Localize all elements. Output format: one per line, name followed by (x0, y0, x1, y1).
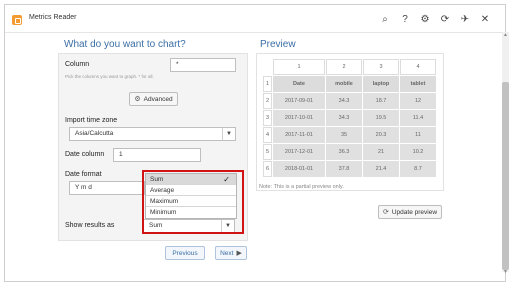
table-cell: 18.7 (363, 93, 399, 109)
table-row: 4 2017-11-01 35 20.3 11 (263, 127, 436, 143)
header-cell: mobile (326, 76, 362, 92)
table-cell: 2017-11-01 (273, 127, 325, 143)
table-cell: 2017-10-01 (273, 110, 325, 126)
column-number: 3 (363, 59, 399, 75)
date-column-input[interactable]: 1 (113, 148, 201, 162)
table-cell: 8.7 (400, 161, 436, 177)
timezone-select[interactable]: Asia/Calcutta ▼ (69, 127, 236, 141)
table-cell: 11 (400, 127, 436, 143)
table-cell: 21.4 (363, 161, 399, 177)
table-cell: 2017-09-01 (273, 93, 325, 109)
row-number: 1 (263, 76, 272, 92)
header-cell: tablet (400, 76, 436, 92)
next-button-label: Next (220, 249, 234, 257)
table-row: 2 2017-09-01 34.3 18.7 12 (263, 93, 436, 109)
gear-icon[interactable]: ⚙ (415, 12, 435, 26)
scroll-down-icon[interactable]: ▼ (502, 269, 509, 276)
pin-icon[interactable]: ✈ (455, 12, 475, 26)
table-cell: 2018-01-01 (273, 161, 325, 177)
chevron-right-icon: ▶ (236, 250, 242, 257)
previous-button[interactable]: Previous (165, 246, 205, 260)
column-number: 1 (273, 59, 325, 75)
help-icon[interactable]: ? (395, 12, 415, 26)
next-button[interactable]: Next ▶ (215, 246, 247, 260)
row-number: 6 (263, 161, 272, 177)
table-row: 6 2018-01-01 37.8 21.4 8.7 (263, 161, 436, 177)
timezone-label: Import time zone (65, 117, 118, 124)
scroll-up-icon[interactable]: ▲ (502, 32, 509, 39)
table-cell: 2017-12-01 (273, 144, 325, 160)
show-results-label: Show results as (65, 222, 115, 229)
titlebar: Metrics Reader ⌕ ? ⚙ ⟳ ✈ ✕ (5, 5, 505, 33)
column-number-row: 1 2 3 4 (263, 59, 436, 75)
column-input[interactable]: * (170, 58, 236, 72)
table-cell: 12 (400, 93, 436, 109)
column-number: 2 (326, 59, 362, 75)
preview-table: 1 2 3 4 1 Date mobile laptop tablet 2 20… (262, 58, 437, 178)
scrollbar-thumb[interactable] (502, 82, 509, 270)
row-number: 2 (263, 93, 272, 109)
chart-section-title: What do you want to chart? (64, 39, 186, 50)
header-cell: laptop (363, 76, 399, 92)
table-cell: 19.5 (363, 110, 399, 126)
app-logo-icon (12, 15, 22, 25)
table-cell: 10.2 (400, 144, 436, 160)
preview-section-title: Preview (260, 39, 296, 50)
titlebar-icons: ⌕ ? ⚙ ⟳ ✈ ✕ (375, 12, 495, 26)
timezone-value: Asia/Calcutta (75, 130, 114, 137)
row-number: 4 (263, 127, 272, 143)
app-title: Metrics Reader (29, 14, 77, 21)
table-cell: 37.8 (326, 161, 362, 177)
table-cell: 21 (363, 144, 399, 160)
row-number: 3 (263, 110, 272, 126)
advanced-button-label: Advanced (143, 95, 173, 103)
table-cell: 20.3 (363, 127, 399, 143)
search-icon[interactable]: ⌕ (375, 12, 395, 26)
update-preview-button[interactable]: ⟳ Update preview (378, 205, 442, 219)
table-header-row: 1 Date mobile laptop tablet (263, 76, 436, 92)
table-cell: 34.3 (326, 110, 362, 126)
row-number: 5 (263, 144, 272, 160)
preview-note: Note: This is a partial preview only. (259, 184, 344, 190)
highlight-box (142, 170, 244, 234)
date-format-input[interactable]: Y m d (69, 181, 145, 195)
close-icon[interactable]: ✕ (475, 12, 495, 26)
refresh-icon[interactable]: ⟳ (435, 12, 455, 26)
table-row: 5 2017-12-01 36.3 21 10.2 (263, 144, 436, 160)
date-format-label: Date format (65, 171, 102, 178)
column-label: Column (65, 61, 90, 68)
column-hint: Pick the columns you want to graph. * fo… (65, 74, 154, 79)
header-cell: Date (273, 76, 325, 92)
table-cell: 36.3 (326, 144, 362, 160)
gear-icon: ⚙ (134, 96, 141, 103)
date-column-label: Date column (65, 151, 105, 158)
table-cell: 11.4 (400, 110, 436, 126)
table-cell: 35 (326, 127, 362, 143)
column-number: 4 (400, 59, 436, 75)
corner-cell (263, 59, 272, 75)
advanced-button[interactable]: ⚙ Advanced (129, 92, 178, 106)
table-cell: 34.3 (326, 93, 362, 109)
update-preview-label: Update preview (391, 208, 438, 216)
chevron-down-icon: ▼ (222, 128, 235, 140)
table-row: 3 2017-10-01 34.3 19.5 11.4 (263, 110, 436, 126)
refresh-icon: ⟳ (382, 209, 389, 216)
